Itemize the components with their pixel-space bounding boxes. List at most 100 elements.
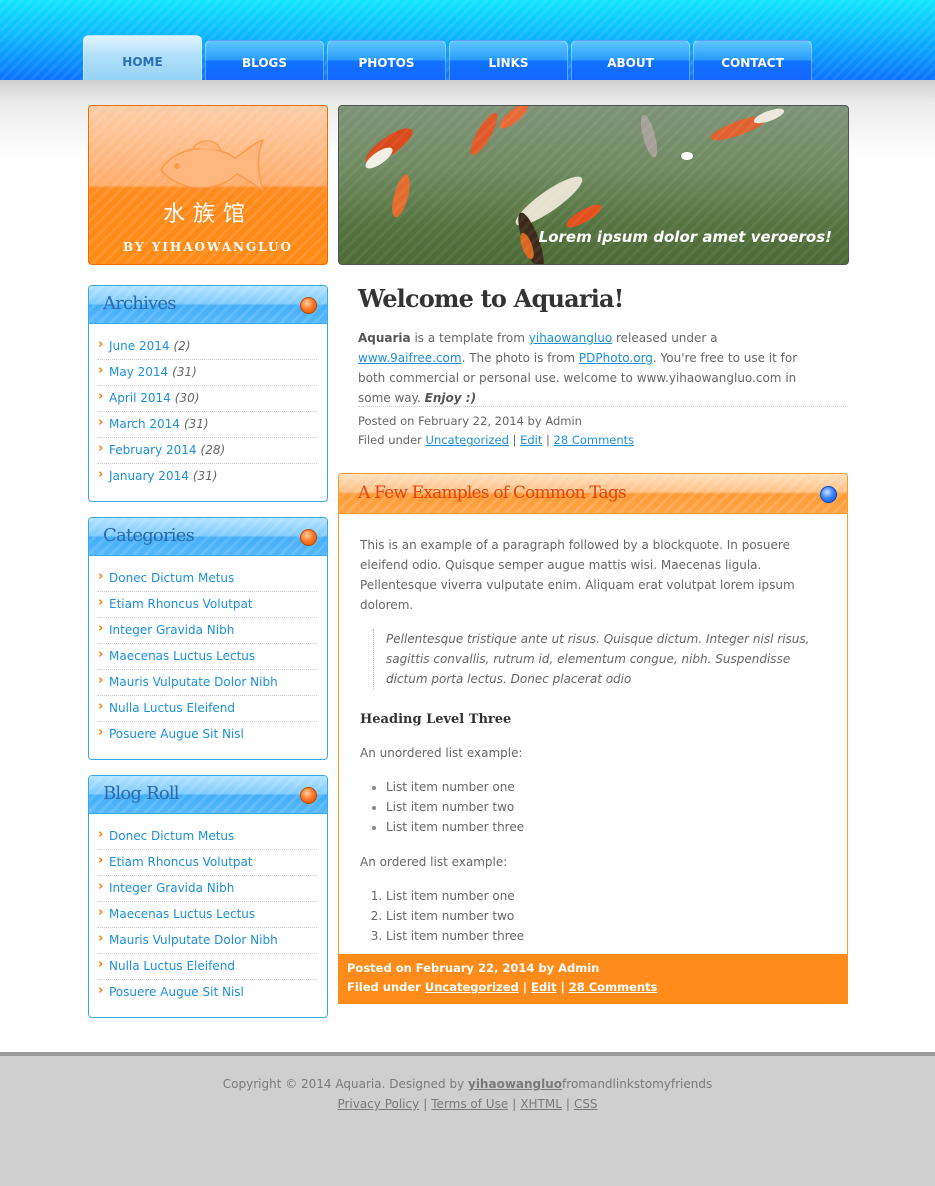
category-link[interactable]: Posuere Augue Sit Nisl [109,727,244,741]
copyright-text: Copyright © 2014 Aquaria. Designed by [222,1077,468,1091]
comments-link[interactable]: 28 Comments [554,433,635,447]
archive-link[interactable]: February 2014 [109,443,197,457]
category-item: Donec Dictum Metus [97,565,317,592]
blogroll-item: Nulla Luctus Eleifend [97,953,317,980]
archive-link[interactable]: April 2014 [109,391,171,405]
xhtml-link[interactable]: XHTML [520,1097,562,1111]
archive-link[interactable]: June 2014 [109,339,170,353]
post-filed: Filed under Uncategorized | Edit | 28 Co… [358,431,848,450]
separator: | [560,980,565,994]
category-link[interactable]: Nulla Luctus Eleifend [109,701,235,715]
separator: | [522,980,527,994]
archive-item: April 2014(30) [97,385,317,412]
category-item: Maecenas Luctus Lectus [97,643,317,670]
intro-text: . The photo is from [461,351,579,365]
blue-orb-icon [820,486,837,503]
category-link[interactable]: Uncategorized [426,433,509,447]
foot-posted: Posted on February 22, 2014 by Admin [347,961,600,975]
privacy-policy-link[interactable]: Privacy Policy [337,1097,419,1111]
blogroll-link[interactable]: Posuere Augue Sit Nisl [109,985,244,999]
examples-body: This is an example of a paragraph follow… [339,514,847,946]
footer-links: Privacy Policy | Terms of Use | XHTML | CSS [0,1094,935,1114]
separator: | [512,1097,517,1111]
site-logo[interactable]: 水族馆 BY YIHAOWANGLUO [88,105,328,265]
category-item: Etiam Rhoncus Volutpat [97,591,317,618]
list-item: List item number one [386,777,827,797]
example-blockquote: Pellentesque tristique ante ut risus. Qu… [373,629,827,689]
post-intro: Aquaria is a template from yihaowangluo … [358,328,828,408]
example-heading: Heading Level Three [360,712,512,727]
main-post: Welcome to Aquaria! Aquaria is a templat… [358,284,848,408]
banner-photo: Lorem ipsum dolor amet veroeros! [338,105,849,265]
examples-footer: Posted on February 22, 2014 by Admin Fil… [338,954,848,1004]
archive-item: June 2014(2) [97,333,317,360]
enjoy-text: Enjoy :) [424,391,477,405]
ul-label: An unordered list example: [360,746,523,760]
archive-link[interactable]: May 2014 [109,365,168,379]
archive-count: (31) [172,365,197,379]
archives-list: June 2014(2) May 2014 (31) April 2014(30)… [89,324,327,490]
list-item: List item number one [386,886,827,906]
blogroll-link[interactable]: Nulla Luctus Eleifend [109,959,235,973]
filed-label: Filed under [347,980,425,994]
archive-count: (28) [200,443,226,457]
blogroll-link[interactable]: Etiam Rhoncus Volutpat [109,855,253,869]
edit-link[interactable]: Edit [531,980,557,994]
intro-text: is a template from [410,331,529,345]
tab-links[interactable]: LINKS [449,40,568,80]
pdphoto-link[interactable]: PDPhoto.org [579,351,653,365]
tab-blogs[interactable]: BLOGS [205,40,324,80]
archive-link[interactable]: January 2014 [109,469,189,483]
archive-item: March 2014(31) [97,411,317,438]
css-link[interactable]: CSS [574,1097,598,1111]
category-link[interactable]: Uncategorized [425,980,519,994]
separator: | [512,433,517,447]
list-item: List item number three [386,817,827,837]
category-item: Integer Gravida Nibh [97,617,317,644]
category-link[interactable]: Integer Gravida Nibh [109,623,234,637]
archives-title: Archives [103,293,176,314]
archive-item: May 2014 (31) [97,359,317,386]
tab-home[interactable]: HOME [83,35,202,80]
blogroll-widget: Blog Roll Donec Dictum Metus Etiam Rhonc… [88,775,328,1018]
blogroll-title: Blog Roll [103,783,180,804]
examples-title: A Few Examples of Common Tags [358,483,627,503]
edit-link[interactable]: Edit [520,433,542,447]
separator: | [565,1097,570,1111]
category-item: Nulla Luctus Eleifend [97,695,317,722]
categories-title: Categories [103,525,195,546]
logo-title: 水族馆 [162,202,253,227]
blogroll-link[interactable]: Mauris Vulputate Dolor Nibh [109,933,278,947]
blogroll-link[interactable]: Maecenas Luctus Lectus [109,907,255,921]
blogroll-item: Mauris Vulputate Dolor Nibh [97,927,317,954]
category-link[interactable]: Donec Dictum Metus [109,571,234,585]
tab-photos[interactable]: PHOTOS [327,40,446,80]
archive-link[interactable]: March 2014 [109,417,180,431]
comments-link[interactable]: 28 Comments [569,980,658,994]
page-footer: Copyright © 2014 Aquaria. Designed by yi… [0,1052,935,1186]
foot-filed: Filed under Uncategorized | Edit | 28 Co… [347,978,848,997]
archives-widget: Archives June 2014(2) May 2014 (31) April… [88,285,328,502]
license-link[interactable]: www.9aifree.com [358,351,462,365]
tab-about[interactable]: ABOUT [571,40,690,80]
banner-caption: Lorem ipsum dolor amet veroeros! [538,228,832,246]
category-link[interactable]: Maecenas Luctus Lectus [109,649,255,663]
blogroll-link[interactable]: Integer Gravida Nibh [109,881,234,895]
category-link[interactable]: Mauris Vulputate Dolor Nibh [109,675,278,689]
blogroll-header: Blog Roll [89,776,327,814]
list-item: List item number two [386,797,827,817]
separator: | [546,433,550,447]
categories-header: Categories [89,518,327,556]
yihaowangluo-link[interactable]: yihaowangluo [529,331,612,345]
terms-of-use-link[interactable]: Terms of Use [431,1097,508,1111]
orange-orb-icon [300,297,317,314]
tab-contact[interactable]: CONTACT [693,40,812,80]
archive-count: (31) [183,417,209,431]
blogroll-link[interactable]: Donec Dictum Metus [109,829,234,843]
designer-link[interactable]: yihaowangluo [468,1077,562,1091]
filed-label: Filed under [358,433,426,447]
blogroll-list: Donec Dictum Metus Etiam Rhoncus Volutpa… [89,814,327,1006]
unordered-list: List item number one List item number tw… [360,777,827,837]
category-link[interactable]: Etiam Rhoncus Volutpat [109,597,253,611]
copyright-line: Copyright © 2014 Aquaria. Designed by yi… [0,1074,935,1094]
